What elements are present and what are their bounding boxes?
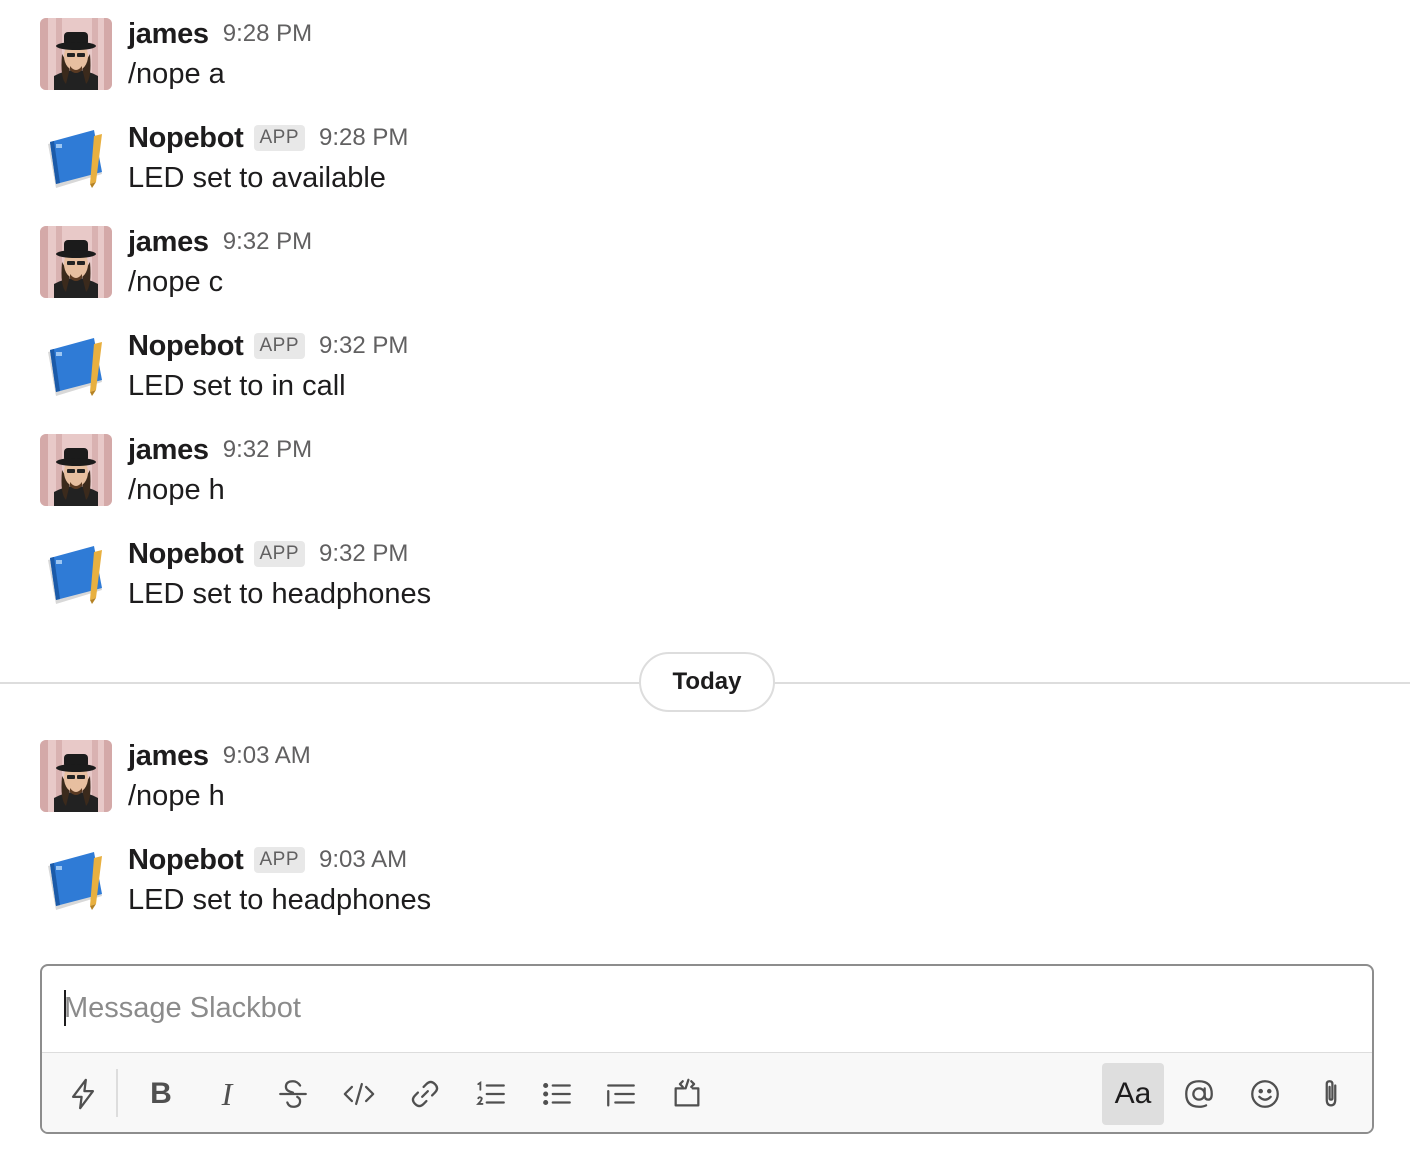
code-icon xyxy=(343,1082,375,1106)
message-item: james 9:32 PM /nope c xyxy=(0,208,1410,298)
bold-button[interactable]: B xyxy=(130,1063,192,1125)
message-text: /nope h xyxy=(128,474,225,506)
message-item: Nopebot APP 9:28 PM LED set to available xyxy=(0,104,1410,194)
message-header: Nopebot APP 9:03 AM xyxy=(128,840,407,880)
app-badge: APP xyxy=(253,125,306,151)
message-text: /nope a xyxy=(128,58,225,90)
toolbar-separator xyxy=(116,1069,118,1117)
timestamp[interactable]: 9:32 PM xyxy=(223,228,312,256)
user-photo-icon xyxy=(40,18,112,90)
code-block-icon xyxy=(674,1078,700,1107)
sender-name[interactable]: Nopebot xyxy=(128,122,244,155)
bot-avatar[interactable] xyxy=(40,538,112,610)
sender-name[interactable]: Nopebot xyxy=(128,538,244,571)
italic-button[interactable]: I xyxy=(196,1063,258,1125)
timestamp[interactable]: 9:32 PM xyxy=(223,436,312,464)
app-badge: APP xyxy=(253,541,306,567)
code-block-button[interactable] xyxy=(656,1063,718,1125)
sender-name[interactable]: james xyxy=(128,740,209,773)
app-badge: APP xyxy=(253,847,306,873)
timestamp[interactable]: 9:03 AM xyxy=(223,742,311,770)
message-item: Nopebot APP 9:32 PM LED set to in call xyxy=(0,312,1410,402)
sender-name[interactable]: james xyxy=(128,18,209,51)
timestamp[interactable]: 9:32 PM xyxy=(319,332,408,360)
paperclip-icon xyxy=(1325,1080,1337,1107)
sender-name[interactable]: james xyxy=(128,434,209,467)
link-icon xyxy=(411,1080,439,1108)
emoji-button[interactable] xyxy=(1234,1063,1296,1125)
message-composer: B I xyxy=(40,964,1374,1134)
bulleted-list-icon xyxy=(543,1082,571,1106)
ordered-list-button[interactable] xyxy=(460,1063,522,1125)
message-header: james 9:03 AM xyxy=(128,736,311,776)
user-photo-icon xyxy=(40,226,112,298)
formatting-toggle-button[interactable]: Aa xyxy=(1102,1063,1164,1125)
message-item: james 9:32 PM /nope h xyxy=(0,416,1410,506)
link-button[interactable] xyxy=(394,1063,456,1125)
app-badge: APP xyxy=(253,333,306,359)
sender-name[interactable]: Nopebot xyxy=(128,844,244,877)
message-header: james 9:32 PM xyxy=(128,430,312,470)
bot-avatar[interactable] xyxy=(40,844,112,916)
strikethrough-icon xyxy=(279,1080,307,1108)
blockquote-icon xyxy=(607,1084,635,1107)
blockquote-button[interactable] xyxy=(590,1063,652,1125)
date-divider-label[interactable]: Today xyxy=(639,652,775,712)
bot-book-icon xyxy=(48,338,102,396)
bot-avatar[interactable] xyxy=(40,122,112,194)
attach-button[interactable] xyxy=(1300,1063,1362,1125)
message-item: james 9:28 PM /nope a xyxy=(0,0,1410,90)
sender-name[interactable]: james xyxy=(128,226,209,259)
avatar[interactable] xyxy=(40,434,112,506)
message-text: LED set to in call xyxy=(128,370,346,402)
bot-book-icon xyxy=(48,852,102,910)
emoji-icon xyxy=(1251,1080,1279,1108)
bot-avatar[interactable] xyxy=(40,330,112,402)
avatar[interactable] xyxy=(40,18,112,90)
message-text: LED set to headphones xyxy=(128,884,432,916)
code-button[interactable] xyxy=(328,1063,390,1125)
message-input[interactable] xyxy=(64,986,1344,1030)
strikethrough-button[interactable] xyxy=(262,1063,324,1125)
timestamp[interactable]: 9:03 AM xyxy=(319,846,407,874)
user-photo-icon xyxy=(40,740,112,812)
message-header: Nopebot APP 9:28 PM xyxy=(128,118,408,158)
mention-button[interactable] xyxy=(1168,1063,1230,1125)
message-item: james 9:03 AM /nope h xyxy=(0,722,1410,812)
message-item: Nopebot APP 9:32 PM LED set to headphone… xyxy=(0,520,1410,610)
user-photo-icon xyxy=(40,434,112,506)
formatting-toolbar: B I Aa xyxy=(42,1052,1372,1132)
avatar[interactable] xyxy=(40,740,112,812)
message-text: LED set to available xyxy=(128,162,386,194)
message-header: Nopebot APP 9:32 PM xyxy=(128,326,408,366)
shortcuts-button[interactable] xyxy=(52,1063,114,1125)
bot-book-icon xyxy=(48,546,102,604)
message-text: LED set to headphones xyxy=(128,578,432,610)
lightning-icon xyxy=(71,1078,95,1110)
message-text: /nope c xyxy=(128,266,224,298)
message-header: james 9:32 PM xyxy=(128,222,312,262)
ordered-list-icon xyxy=(476,1080,505,1105)
timestamp[interactable]: 9:28 PM xyxy=(319,124,408,152)
at-mention-icon xyxy=(1185,1080,1213,1108)
message-header: Nopebot APP 9:32 PM xyxy=(128,534,408,574)
message-header: james 9:28 PM xyxy=(128,14,312,54)
bot-book-icon xyxy=(48,130,102,188)
message-item: Nopebot APP 9:03 AM LED set to headphone… xyxy=(0,826,1410,916)
composer-input-area xyxy=(42,966,1372,1052)
timestamp[interactable]: 9:32 PM xyxy=(319,540,408,568)
message-text: /nope h xyxy=(128,780,225,812)
timestamp[interactable]: 9:28 PM xyxy=(223,20,312,48)
avatar[interactable] xyxy=(40,226,112,298)
bulleted-list-button[interactable] xyxy=(526,1063,588,1125)
sender-name[interactable]: Nopebot xyxy=(128,330,244,363)
